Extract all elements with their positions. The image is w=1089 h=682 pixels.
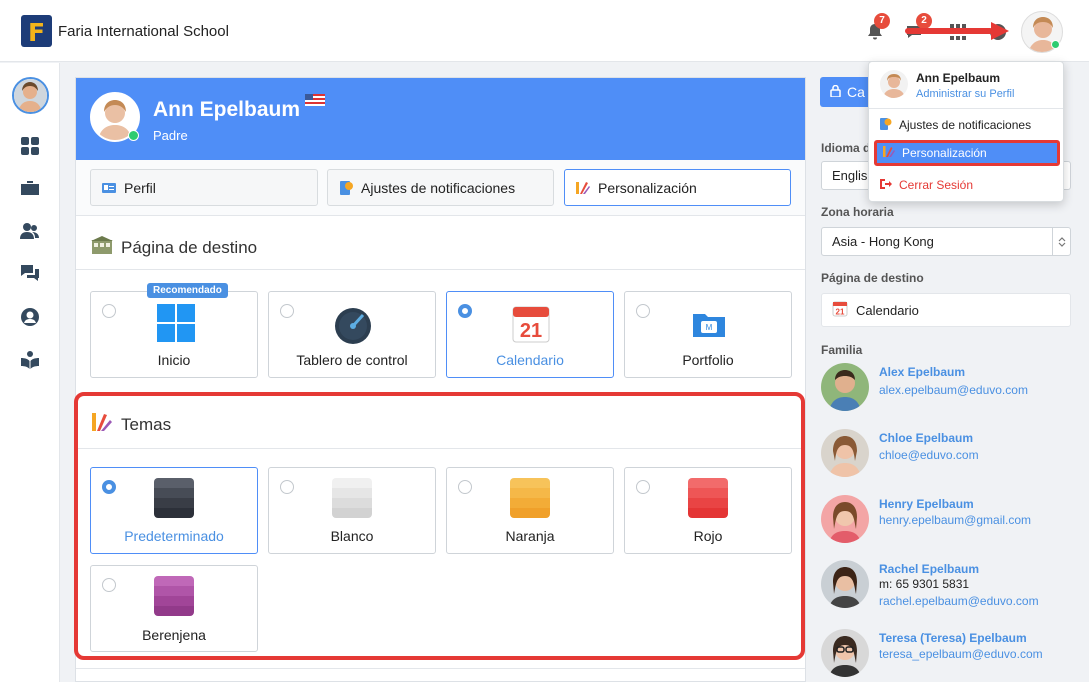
radio-calendario[interactable] <box>458 304 472 318</box>
svg-text:M: M <box>706 323 713 332</box>
windows-grid-icon <box>157 304 197 344</box>
lock-icon <box>830 84 841 100</box>
profile-online-dot <box>128 130 139 141</box>
family-member[interactable]: Chloe Epelbaum chloe@eduvo.com <box>821 429 1081 479</box>
briefcase-icon[interactable] <box>19 177 41 199</box>
family-member[interactable]: Henry Epelbaum henry.epelbaum@gmail.com <box>821 495 1081 545</box>
divider <box>76 269 805 270</box>
manage-profile-link[interactable]: Administrar su Perfil <box>916 88 1014 100</box>
dropdown-header: Ann Epelbaum Administrar su Perfil <box>869 62 1063 109</box>
annotation-highlight-box <box>74 392 805 660</box>
logout-icon <box>879 178 892 193</box>
portfolio-folder-icon: M <box>689 304 729 344</box>
family-member[interactable]: Alex Epelbaum alex.epelbaum@eduvo.com <box>821 363 1081 413</box>
family-avatar <box>821 560 869 608</box>
landing-option-inicio[interactable]: Recomendado Inicio <box>90 283 258 378</box>
notifications-badge: 7 <box>874 13 890 29</box>
family-avatar <box>821 429 869 477</box>
sidebar <box>0 63 60 682</box>
landing-page-value: 21 Calendario <box>821 293 1071 327</box>
recommended-badge: Recomendado <box>147 283 228 298</box>
radio-tablero[interactable] <box>280 304 294 318</box>
dashboard-icon[interactable] <box>19 135 41 157</box>
landing-page-label: Página de destino <box>821 271 924 285</box>
top-bar: F Faria International School 7 2 <box>0 0 1089 62</box>
family-member[interactable]: Teresa (Teresa) Epelbaum teresa_epelbaum… <box>821 629 1081 679</box>
radio-inicio[interactable] <box>102 304 116 318</box>
dashboard-gauge-icon <box>333 304 373 344</box>
family-avatar <box>821 495 869 543</box>
svg-text:21: 21 <box>836 307 845 316</box>
paint-palette-icon <box>575 180 591 196</box>
school-name: Faria International School <box>58 23 229 40</box>
family-avatar <box>821 363 869 411</box>
school-logo[interactable]: F <box>21 15 52 47</box>
family-member[interactable]: Rachel Epelbaum m: 65 9301 5831 rachel.e… <box>821 560 1081 610</box>
sidebar-avatar[interactable] <box>12 77 49 114</box>
select-arrows-icon <box>1052 228 1070 255</box>
online-status-dot <box>1051 40 1060 49</box>
landing-page-icon <box>91 235 113 260</box>
landing-option-portfolio[interactable]: M Portfolio <box>624 291 792 378</box>
users-icon[interactable] <box>19 220 41 242</box>
menu-item-notification-settings[interactable]: Ajustes de notificaciones <box>869 112 1063 138</box>
profile-header: Ann Epelbaum Padre <box>76 78 805 160</box>
tab-notificaciones[interactable]: Ajustes de notificaciones <box>327 169 554 206</box>
chat-bubbles-icon[interactable] <box>19 262 41 284</box>
notification-settings-icon <box>338 180 354 196</box>
family-label: Familia <box>821 343 863 357</box>
book-open-icon[interactable] <box>19 349 41 371</box>
paint-palette-icon <box>882 145 895 161</box>
calendar-small-icon: 21 <box>832 301 848 320</box>
landing-option-calendario[interactable]: 21 Calendario <box>446 291 614 378</box>
notification-settings-icon <box>879 117 892 134</box>
profile-role: Padre <box>153 128 188 143</box>
landing-section-title: Página de destino <box>91 235 257 260</box>
settings-tabs: Perfil Ajustes de notificaciones Persona… <box>76 160 805 216</box>
family-avatar <box>821 629 869 677</box>
dropdown-avatar <box>880 70 908 98</box>
messages-badge: 2 <box>916 13 932 29</box>
tab-personalizacion[interactable]: Personalización <box>564 169 791 206</box>
user-circle-icon[interactable] <box>19 306 41 328</box>
landing-option-tablero[interactable]: Tablero de control <box>268 291 436 378</box>
language-label: Idioma d <box>821 141 871 155</box>
user-dropdown-menu: Ann Epelbaum Administrar su Perfil Ajust… <box>868 61 1064 202</box>
annotation-arrow-head <box>991 22 1009 40</box>
annotation-arrow <box>905 28 993 34</box>
tab-perfil[interactable]: Perfil <box>90 169 318 206</box>
calendar-icon: 21 <box>511 304 551 344</box>
menu-item-personalization[interactable]: Personalización <box>874 140 1060 166</box>
radio-portfolio[interactable] <box>636 304 650 318</box>
timezone-select[interactable]: Asia - Hong Kong <box>821 227 1071 256</box>
profile-name: Ann Epelbaum <box>153 98 301 121</box>
id-card-icon <box>101 180 117 196</box>
timezone-label: Zona horaria <box>821 205 894 219</box>
menu-item-logout[interactable]: Cerrar Sesión <box>869 172 1063 198</box>
divider <box>76 668 805 669</box>
us-flag-icon <box>305 94 325 106</box>
svg-text:21: 21 <box>520 320 542 342</box>
